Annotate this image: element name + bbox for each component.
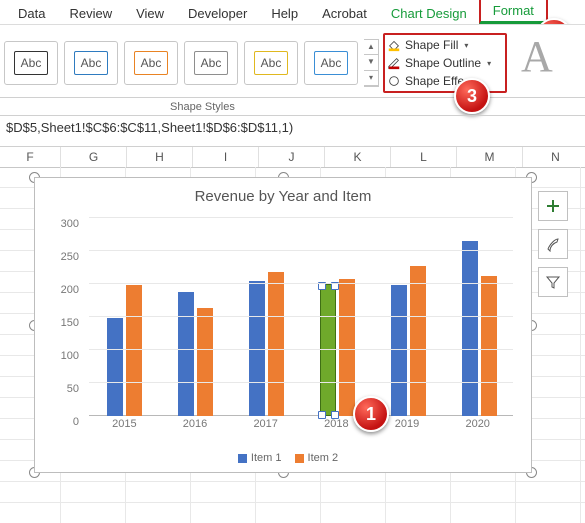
chevron-down-icon: ▾ [487, 59, 491, 68]
x-tick-label: 2017 [230, 418, 301, 436]
column-header[interactable]: F [0, 147, 61, 167]
column-header[interactable]: H [127, 147, 193, 167]
column-header[interactable]: L [391, 147, 457, 167]
plot-area[interactable] [89, 218, 513, 416]
y-tick-label: 100 [61, 350, 79, 362]
y-tick-label: 300 [61, 218, 79, 230]
data-bar[interactable] [481, 276, 497, 416]
worksheet-area[interactable]: FGHIJKLMN Revenue by Year and Item 0 50 10… [0, 147, 585, 523]
shape-style-preset[interactable]: Abc [64, 41, 118, 85]
data-bar[interactable] [107, 318, 123, 416]
y-tick-label: 200 [61, 284, 79, 296]
chevron-down-icon: ▾ [464, 41, 468, 50]
column-header[interactable]: J [259, 147, 325, 167]
column-header[interactable]: N [523, 147, 585, 167]
funnel-icon [545, 274, 561, 290]
pen-outline-icon [387, 56, 401, 70]
y-tick-label: 50 [67, 383, 79, 395]
ribbon-tab-review[interactable]: Review [57, 3, 124, 24]
ribbon-tab-view[interactable]: View [124, 3, 176, 24]
column-header[interactable]: M [457, 147, 523, 167]
shape-style-preset[interactable]: Abc [124, 41, 178, 85]
callout-1: 1 [353, 396, 389, 432]
ribbon-tab-acrobat[interactable]: Acrobat [310, 3, 379, 24]
column-header[interactable]: G [61, 147, 127, 167]
shape-style-preset[interactable]: Abc [244, 41, 298, 85]
y-tick-label: 150 [61, 317, 79, 329]
ribbon-tab-help[interactable]: Help [259, 3, 310, 24]
legend-swatch [238, 454, 247, 463]
data-bar[interactable] [391, 285, 407, 416]
chart-filters-button[interactable] [538, 267, 568, 297]
chart-title[interactable]: Revenue by Year and Item [35, 178, 531, 209]
ribbon-shape-styles: Abc Abc Abc Abc Abc Abc ▲▼▾ Shape Fill▾ … [0, 24, 585, 98]
ribbon-tab-data[interactable]: Data [6, 3, 57, 24]
data-bar[interactable] [268, 272, 284, 416]
shape-style-preset[interactable]: Abc [4, 41, 58, 85]
ribbon-tab-chart-design[interactable]: Chart Design [379, 3, 479, 24]
x-tick-label: 2015 [89, 418, 160, 436]
chart-selection[interactable]: Revenue by Year and Item 0 50 100 150 200 250… [34, 177, 532, 473]
x-axis[interactable]: 201520162017201820192020 [89, 418, 513, 436]
x-tick-label: 2020 [442, 418, 513, 436]
data-bar[interactable] [178, 292, 194, 416]
data-bar[interactable] [126, 285, 142, 416]
data-bar[interactable] [339, 279, 355, 416]
x-tick-label: 2016 [160, 418, 231, 436]
chart-legend[interactable]: Item 1 Item 2 [35, 452, 531, 464]
data-bar[interactable] [462, 241, 478, 416]
chart-styles-button[interactable] [538, 229, 568, 259]
shape-style-preset[interactable]: Abc [304, 41, 358, 85]
data-bar[interactable] [197, 308, 213, 416]
formula-bar[interactable]: $D$5,Sheet1!$C$6:$C$11,Sheet1!$D$6:$D$11… [0, 116, 585, 147]
effects-icon [387, 74, 401, 88]
embedded-chart[interactable]: Revenue by Year and Item 0 50 100 150 200 250… [34, 177, 532, 473]
shape-outline-button[interactable]: Shape Outline▾ [387, 54, 503, 72]
paint-bucket-icon [387, 38, 401, 52]
ribbon-tab-format[interactable]: Format [479, 0, 548, 24]
y-tick-label: 0 [73, 416, 79, 428]
y-axis[interactable]: 050100150200250300 [35, 218, 85, 416]
shape-style-preset[interactable]: Abc [184, 41, 238, 85]
column-header[interactable]: K [325, 147, 391, 167]
ribbon-tab-developer[interactable]: Developer [176, 3, 259, 24]
shape-fill-button[interactable]: Shape Fill▾ [387, 36, 503, 54]
legend-swatch [295, 454, 304, 463]
column-header[interactable]: I [193, 147, 259, 167]
y-tick-label: 250 [61, 251, 79, 263]
data-bar[interactable] [320, 284, 336, 416]
data-bar[interactable] [410, 266, 426, 416]
brush-icon [545, 236, 561, 252]
chart-elements-button[interactable] [538, 191, 568, 221]
ribbon-group-label: Shape Styles [170, 101, 235, 113]
style-gallery-spinner[interactable]: ▲▼▾ [364, 39, 379, 87]
plus-icon [545, 198, 561, 214]
wordart-styles-preview[interactable]: A [521, 31, 581, 82]
